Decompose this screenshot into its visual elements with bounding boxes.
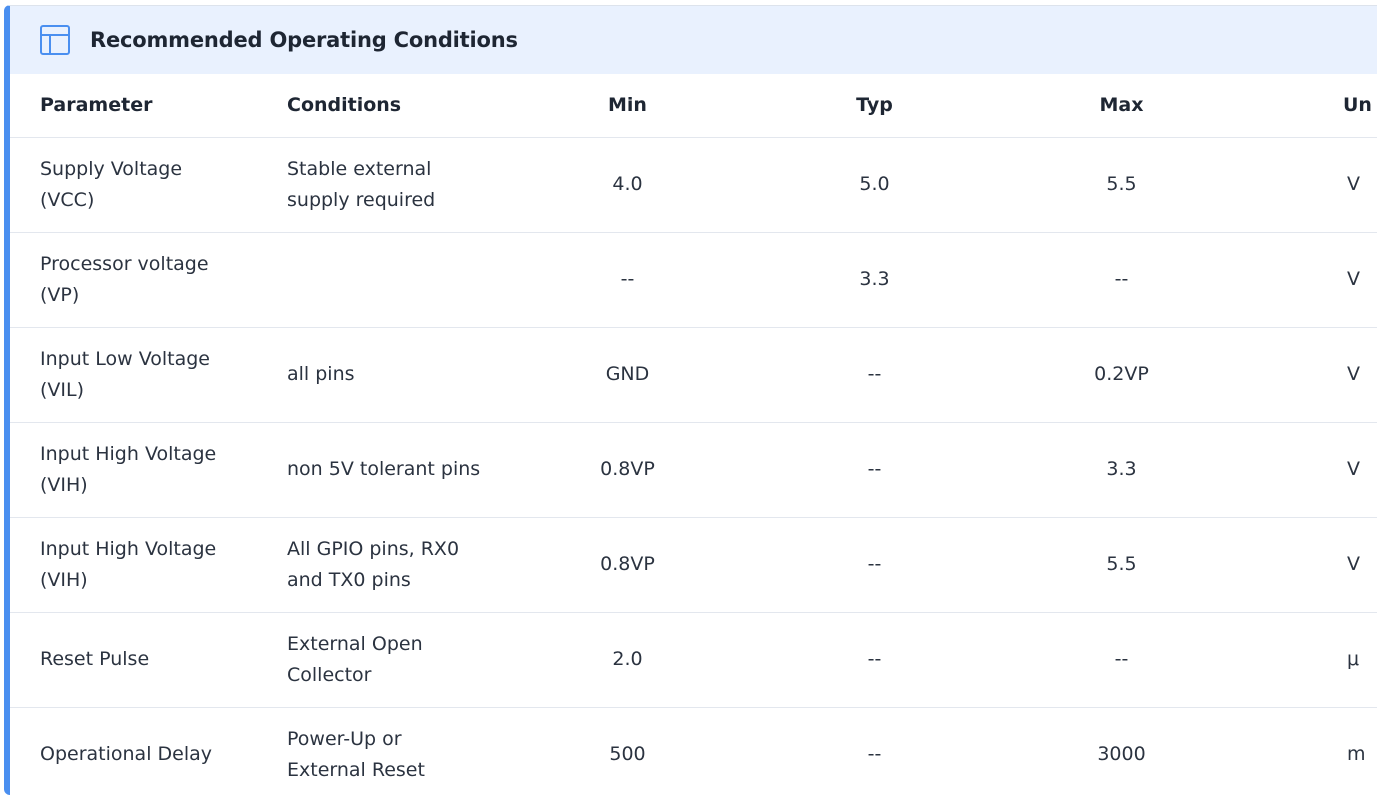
- cell-unit: m: [1245, 707, 1377, 795]
- table-row: Input Low Voltage (VIL) all pins GND -- 0.2V…: [10, 327, 1377, 423]
- cell-unit: V: [1245, 232, 1377, 328]
- cell-conditions: Stable external supply required: [257, 137, 504, 233]
- column-header-unit: Un: [1245, 74, 1377, 138]
- cell-min: --: [504, 232, 751, 328]
- cell-max: 5.5: [998, 137, 1245, 233]
- cell-conditions: non 5V tolerant pins: [257, 422, 504, 518]
- table-icon: [38, 23, 72, 57]
- cell-typ: --: [751, 422, 998, 518]
- cell-max: 3000: [998, 707, 1245, 795]
- cell-typ: --: [751, 707, 998, 795]
- cell-typ: 3.3: [751, 232, 998, 328]
- cell-parameter: Input Low Voltage (VIL): [10, 327, 257, 423]
- cell-unit: V: [1245, 327, 1377, 423]
- table-title: Recommended Operating Conditions: [90, 28, 518, 52]
- conditions-table: Parameter Conditions Min Typ Max Un Supp…: [10, 74, 1377, 795]
- cell-typ: --: [751, 517, 998, 613]
- table-row: Reset Pulse External Open Collector 2.0 -- -…: [10, 612, 1377, 708]
- cell-typ: 5.0: [751, 137, 998, 233]
- table-header-row: Parameter Conditions Min Typ Max Un: [10, 74, 1377, 138]
- column-header-typ: Typ: [751, 74, 998, 138]
- cell-unit: V: [1245, 422, 1377, 518]
- cell-unit: μ: [1245, 612, 1377, 708]
- cell-unit: V: [1245, 137, 1377, 233]
- table-row: Input High Voltage (VIH) non 5V tolerant …: [10, 422, 1377, 518]
- column-header-min: Min: [504, 74, 751, 138]
- table-row: Processor voltage (VP) -- 3.3 -- V: [10, 232, 1377, 328]
- cell-min: GND: [504, 327, 751, 423]
- cell-conditions: all pins: [257, 327, 504, 423]
- cell-parameter: Reset Pulse: [10, 612, 257, 708]
- cell-min: 0.8VP: [504, 517, 751, 613]
- operating-conditions-card: Recommended Operating Conditions Paramet…: [4, 5, 1377, 795]
- cell-conditions: [257, 232, 504, 328]
- cell-conditions: Power-Up or External Reset: [257, 707, 504, 795]
- card-header: Recommended Operating Conditions: [10, 6, 1377, 74]
- cell-max: 0.2VP: [998, 327, 1245, 423]
- cell-max: 3.3: [998, 422, 1245, 518]
- column-header-max: Max: [998, 74, 1245, 138]
- cell-parameter: Processor voltage (VP): [10, 232, 257, 328]
- table-row: Input High Voltage (VIH) All GPIO pins, R…: [10, 517, 1377, 613]
- cell-min: 2.0: [504, 612, 751, 708]
- cell-min: 500: [504, 707, 751, 795]
- cell-unit: V: [1245, 517, 1377, 613]
- cell-conditions: All GPIO pins, RX0 and TX0 pins: [257, 517, 504, 613]
- cell-parameter: Input High Voltage (VIH): [10, 422, 257, 518]
- cell-parameter: Supply Voltage (VCC): [10, 137, 257, 233]
- cell-max: --: [998, 232, 1245, 328]
- cell-parameter: Operational Delay: [10, 707, 257, 795]
- cell-parameter: Input High Voltage (VIH): [10, 517, 257, 613]
- table-row: Supply Voltage (VCC) Stable external supp…: [10, 137, 1377, 233]
- column-header-parameter: Parameter: [10, 74, 257, 138]
- cell-max: --: [998, 612, 1245, 708]
- cell-max: 5.5: [998, 517, 1245, 613]
- table-row: Operational Delay Power-Up or External Re…: [10, 707, 1377, 795]
- column-header-conditions: Conditions: [257, 74, 504, 138]
- cell-min: 4.0: [504, 137, 751, 233]
- cell-min: 0.8VP: [504, 422, 751, 518]
- cell-typ: --: [751, 327, 998, 423]
- cell-typ: --: [751, 612, 998, 708]
- cell-conditions: External Open Collector: [257, 612, 504, 708]
